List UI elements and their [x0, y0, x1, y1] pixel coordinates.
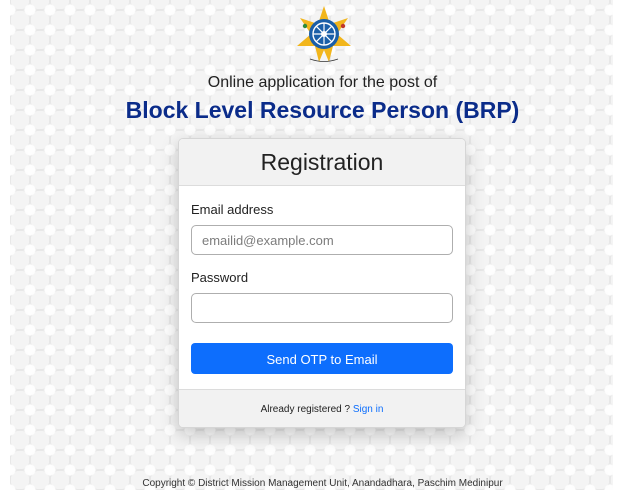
subtitle: Online application for the post of [207, 74, 438, 91]
anandadhara-logo-icon [293, 4, 355, 66]
sign-in-link[interactable]: Sign in [353, 404, 384, 415]
page: Online application for the post of Block… [0, 0, 625, 490]
email-label: Email address [191, 202, 274, 217]
copyright-text: Copyright © District Mission Management … [142, 478, 503, 489]
card-heading: Registration [179, 139, 465, 186]
password-label: Password [191, 270, 249, 285]
registration-form: Email address Password Send OTP to Email [179, 186, 465, 389]
registration-card: Registration Email address Password Send… [178, 138, 466, 428]
password-input[interactable] [191, 293, 453, 323]
email-input[interactable] [191, 225, 453, 255]
card-footer: Already registered ? Sign in [179, 389, 465, 427]
send-otp-button[interactable]: Send OTP to Email [191, 343, 453, 374]
page-title: Block Level Resource Person (BRP) [125, 97, 520, 123]
already-registered-text: Already registered ? [260, 404, 353, 415]
